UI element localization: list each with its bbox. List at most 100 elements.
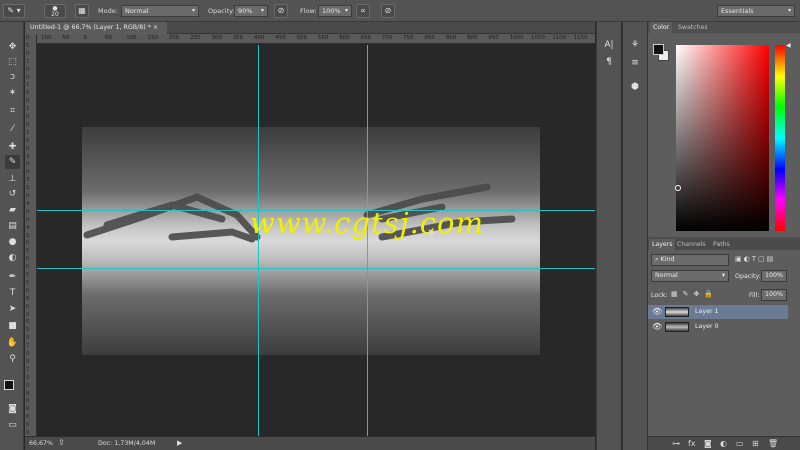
- tab-channels[interactable]: Channels: [674, 239, 709, 250]
- character-panel-icon[interactable]: A|: [602, 38, 616, 52]
- adjustment-layer-icon[interactable]: ◐: [720, 439, 727, 448]
- tab-swatches[interactable]: Swatches: [675, 22, 711, 33]
- close-icon[interactable]: ×: [153, 24, 158, 31]
- history-brush-tool-icon[interactable]: ↺: [5, 187, 20, 201]
- dodge-tool-icon[interactable]: ◐: [5, 251, 20, 265]
- ruler-tick-label: 450: [275, 35, 286, 41]
- brush-tool-icon[interactable]: ✎: [5, 155, 20, 169]
- ruler-tick-label: 750: [403, 35, 414, 41]
- ruler-tick-label: 6: [26, 319, 30, 326]
- ruler-tick-label: 1100: [552, 35, 567, 41]
- guide-horizontal[interactable]: [37, 268, 595, 269]
- fill-field[interactable]: 100%: [761, 289, 787, 301]
- ruler-vertical[interactable]: 0501001502002503003504004505005506006507…: [25, 34, 37, 436]
- ruler-tick-label: 500: [296, 35, 308, 41]
- healing-brush-tool-icon[interactable]: ✚: [5, 140, 20, 154]
- gradient-tool-icon[interactable]: ▤: [5, 219, 20, 233]
- eye-icon[interactable]: 👁: [652, 320, 662, 334]
- eye-icon[interactable]: 👁: [652, 305, 662, 319]
- ruler-tick-label: 550: [317, 35, 329, 41]
- marquee-tool-icon[interactable]: ⬚: [5, 55, 20, 69]
- layer-filter-select[interactable]: ⌕ Kind: [651, 254, 729, 266]
- share-icon[interactable]: ⇪: [58, 438, 65, 447]
- status-menu-icon[interactable]: ▶: [177, 439, 182, 447]
- clone-stamp-tool-icon[interactable]: ⊥: [5, 172, 20, 186]
- zoom-tool-icon[interactable]: ⚲: [5, 352, 20, 366]
- chevron-down-icon: ▾: [191, 7, 195, 14]
- options-bar: ✎ ▾ ● 20 ▦ Mode: Normal ▾ Opacity: 90% ▾ ⊘ …: [0, 0, 800, 22]
- pen-tool-icon[interactable]: ✒: [5, 270, 20, 284]
- new-group-icon[interactable]: ▭: [736, 439, 744, 448]
- foreground-color-swatch[interactable]: [4, 380, 14, 390]
- zoom-level[interactable]: 66,67%: [29, 440, 53, 447]
- pressure-size-icon[interactable]: ⊘: [381, 4, 395, 18]
- mode-value: Normal: [125, 7, 149, 15]
- tab-paths[interactable]: Paths: [710, 239, 733, 250]
- blend-mode-select[interactable]: Normal ▾: [651, 270, 729, 282]
- layer-row-layer-0[interactable]: 👁 Layer 0: [648, 320, 788, 334]
- blur-tool-icon[interactable]: ●: [5, 235, 20, 249]
- ruler-tick-label: 5: [26, 279, 30, 286]
- hue-slider[interactable]: [775, 45, 785, 231]
- shape-tool-icon[interactable]: ■: [5, 319, 20, 333]
- paragraph-panel-icon[interactable]: ¶: [602, 55, 616, 69]
- layer-style-icon[interactable]: fx: [688, 439, 696, 448]
- color-spectrum-picker[interactable]: [676, 45, 769, 231]
- layer-opacity-field[interactable]: 100%: [761, 270, 787, 282]
- screen-mode-icon[interactable]: ▭: [5, 418, 20, 432]
- ruler-tick-label: 950: [488, 35, 499, 41]
- ruler-tick-label: 0: [26, 216, 30, 223]
- brush-panel-toggle-icon[interactable]: ▦: [75, 4, 89, 18]
- delete-layer-icon[interactable]: 🗑: [768, 439, 778, 448]
- flow-field[interactable]: 100% ▾: [318, 5, 352, 17]
- adjustments-icon[interactable]: ≡: [628, 56, 642, 70]
- brush-tool-preset-icon[interactable]: ✎ ▾: [3, 4, 25, 18]
- chevron-down-icon: ▾: [721, 272, 725, 279]
- link-layers-icon[interactable]: ⊶: [672, 439, 680, 448]
- document-canvas[interactable]: [82, 127, 540, 355]
- properties-icon[interactable]: ⬢: [628, 80, 642, 94]
- ruler-tick-label: 650: [360, 35, 372, 41]
- eraser-tool-icon[interactable]: ▰: [5, 203, 20, 217]
- hand-tool-icon[interactable]: ✋: [5, 336, 20, 350]
- ruler-tick-label: 700: [381, 35, 393, 41]
- brush-presets-icon[interactable]: ⚘: [628, 38, 642, 52]
- layer-thumbnail: [665, 322, 689, 332]
- layer-filter-icons[interactable]: ▣◐T▢▤: [735, 255, 787, 265]
- guide-vertical[interactable]: [258, 45, 259, 436]
- eyedropper-tool-icon[interactable]: ⁄: [5, 122, 20, 136]
- move-tool-icon[interactable]: ✥: [5, 40, 20, 54]
- lasso-tool-icon[interactable]: ↄ: [5, 70, 20, 84]
- document-tab[interactable]: Untitled-1 @ 66,7% (Layer 1, RGB/8) * ×: [25, 22, 167, 34]
- pressure-opacity-icon[interactable]: ⊘: [274, 4, 288, 18]
- tab-color[interactable]: Color: [650, 22, 673, 33]
- ruler-tick-label: 600: [339, 35, 350, 41]
- ruler-tick-label: 0: [26, 193, 30, 199]
- chevron-down-icon: ▾: [260, 7, 264, 14]
- brush-size-picker[interactable]: ● 20: [44, 4, 66, 18]
- quick-mask-icon[interactable]: ◙: [5, 402, 20, 416]
- opacity-field[interactable]: 90% ▾: [234, 5, 268, 17]
- ruler-tick-label: 0: [26, 287, 30, 294]
- magic-wand-tool-icon[interactable]: ✶: [5, 86, 20, 100]
- mode-select[interactable]: Normal ▾: [121, 5, 199, 17]
- ruler-tick-label: 8: [26, 414, 30, 421]
- panel-dock-narrow: A| ¶: [596, 22, 621, 450]
- airbrush-icon[interactable]: ∝: [356, 4, 370, 18]
- ruler-horizontal[interactable]: 100 50 0 50 100 150 200 250 300 350 400 450 500 550 60…: [37, 34, 595, 44]
- ruler-tick-label: 100: [126, 35, 137, 41]
- path-selection-tool-icon[interactable]: ➤: [5, 302, 20, 316]
- foreground-color-chip[interactable]: [653, 44, 664, 55]
- color-picker-handle[interactable]: [675, 185, 681, 191]
- workspace-select[interactable]: Essentials ▾: [717, 5, 795, 17]
- tab-layers[interactable]: Layers: [649, 239, 676, 250]
- hue-slider-handle-icon[interactable]: ◀: [786, 42, 791, 49]
- type-tool-icon[interactable]: T: [5, 286, 20, 300]
- ruler-tick-label: 5: [26, 90, 30, 97]
- lock-icons[interactable]: ▦✎✥🔒: [671, 290, 718, 298]
- crop-tool-icon[interactable]: ⌗: [5, 104, 20, 118]
- add-mask-icon[interactable]: ◙: [704, 439, 712, 448]
- new-layer-icon[interactable]: ⊞: [752, 439, 759, 448]
- guide-vertical[interactable]: [367, 45, 368, 436]
- layer-row-layer-1[interactable]: 👁 Layer 1: [648, 305, 788, 319]
